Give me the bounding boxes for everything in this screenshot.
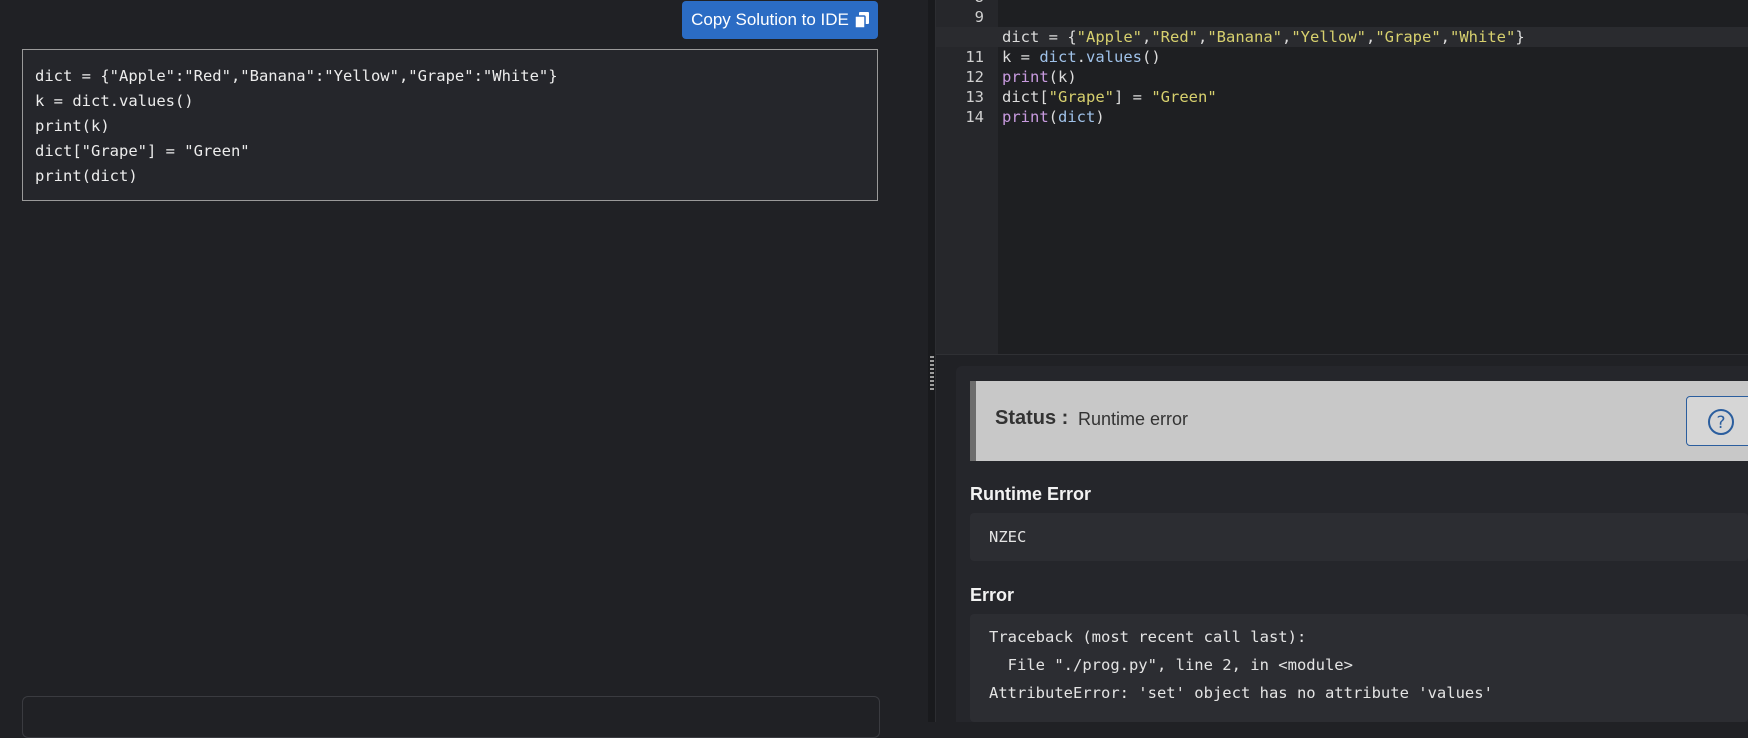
help-button[interactable]: ? bbox=[1686, 396, 1748, 446]
copy-solution-button[interactable]: Copy Solution to IDE bbox=[682, 1, 878, 39]
runtime-error-box: NZEC bbox=[970, 513, 1748, 561]
code-editor[interactable]: 8 9 10 11 12 13 14 dict = {"Apple","Red"… bbox=[936, 0, 1748, 354]
status-label: Status : bbox=[995, 407, 1069, 429]
line-number: 11 bbox=[965, 48, 984, 66]
editor-code-line[interactable]: dict["Grape"] = "Green" bbox=[1002, 87, 1217, 107]
traceback-line: Traceback (most recent call last): bbox=[989, 628, 1307, 646]
error-title: Error bbox=[970, 585, 1015, 605]
solution-code-line: print(dict) bbox=[35, 167, 138, 185]
solution-code-line: print(k) bbox=[35, 117, 110, 135]
editor-code-line[interactable]: print(k) bbox=[1002, 67, 1077, 87]
line-number: 8 bbox=[944, 0, 984, 7]
solution-code-line: dict["Grape"] = "Green" bbox=[35, 142, 250, 160]
traceback-line: AttributeError: 'set' object has no attr… bbox=[989, 684, 1493, 702]
runtime-error-title: Runtime Error bbox=[970, 484, 1092, 504]
line-number: 12 bbox=[965, 68, 984, 86]
svg-text:?: ? bbox=[1716, 413, 1725, 433]
solution-code-line: k = dict.values() bbox=[35, 92, 194, 110]
runtime-error-code: NZEC bbox=[989, 528, 1027, 546]
editor-border bbox=[936, 354, 1748, 355]
solution-code-block: dict = {"Apple":"Red","Banana":"Yellow",… bbox=[22, 49, 878, 201]
solution-code-line: dict = {"Apple":"Red","Banana":"Yellow",… bbox=[35, 67, 558, 85]
help-circle-icon: ? bbox=[1707, 408, 1735, 441]
editor-code-line[interactable]: k = dict.values() bbox=[1002, 47, 1161, 67]
resize-grip-icon[interactable] bbox=[929, 356, 935, 396]
copy-icon bbox=[854, 12, 869, 28]
next-section-card bbox=[22, 696, 880, 738]
copy-solution-label: Copy Solution to IDE bbox=[691, 10, 849, 29]
editor-code-line[interactable]: dict = {"Apple","Red","Banana","Yellow",… bbox=[1002, 27, 1525, 47]
error-traceback-box: Traceback (most recent call last): File … bbox=[970, 614, 1748, 722]
editor-code-line[interactable]: print(dict) bbox=[1002, 107, 1105, 127]
line-number-gutter: 8 9 10 11 12 13 14 bbox=[936, 0, 998, 354]
line-number: 13 bbox=[965, 88, 984, 106]
status-bar: Status : Runtime error ? bbox=[970, 381, 1748, 461]
status-value: Runtime error bbox=[1078, 409, 1189, 429]
traceback-line: File "./prog.py", line 2, in <module> bbox=[989, 656, 1353, 674]
line-number: 14 bbox=[965, 108, 984, 126]
line-number: 9 bbox=[974, 8, 984, 26]
solution-panel: Copy Solution to IDE dict = {"Apple":"Re… bbox=[0, 0, 928, 738]
